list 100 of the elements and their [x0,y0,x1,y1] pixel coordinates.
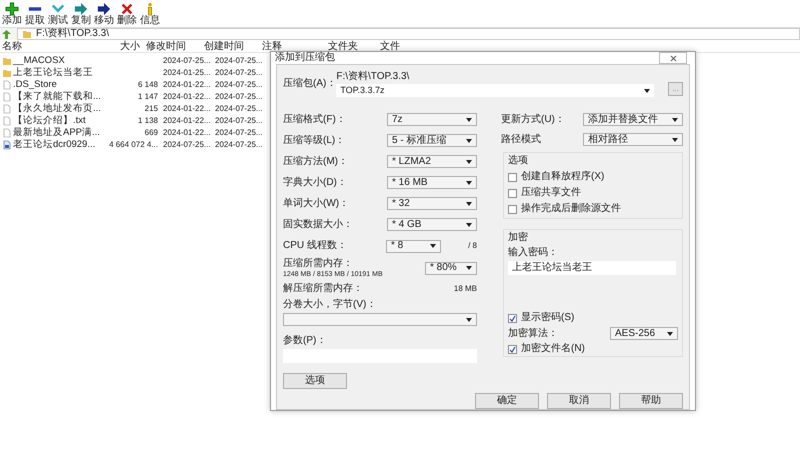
created-time: 2024-07-25... [215,93,263,101]
modified-time: 2024-01-22... [163,117,211,125]
dropdown[interactable]: AES-256 [610,327,678,340]
group-title: 选项 [508,156,529,166]
field-label: 输入密码： [508,248,559,258]
checkbox[interactable] [508,344,517,354]
field-label: 字典大小(D)： [283,178,347,188]
folder-icon [22,29,32,39]
password-field[interactable]: 上老王论坛当老王 [508,261,676,275]
checkbox-label: 加密文件名(N) [521,344,585,354]
caret-icon [466,118,472,122]
dropdown[interactable]: * 8 [386,240,441,252]
dropdown[interactable]: 相对路径 [583,133,683,146]
field-label: 压缩包(A)： [283,79,336,89]
column-header[interactable]: 名称 [2,42,112,52]
toolbar-button[interactable]: 提取 [25,2,45,27]
dropdown[interactable]: 5 - 标准压缩 [387,134,477,147]
toolbar-button[interactable]: 添加 [2,2,22,27]
file-name: 【来了就能下载和... [13,92,101,102]
toolbar-button[interactable]: 移动 [94,2,114,27]
dropdown[interactable]: 添加并替换文件 [583,113,683,126]
field-label: 固实数据大小： [283,220,353,230]
caret-icon [466,266,472,270]
dialog-button[interactable]: 帮助 [619,393,683,409]
caret-icon [466,202,472,206]
modified-time: 2024-01-25... [163,69,211,77]
dropdown[interactable]: 7z [387,113,477,126]
created-time: 2024-07-25... [215,69,263,77]
toolbar-button[interactable]: 测试 [48,2,68,27]
created-time: 2024-07-25... [215,129,263,137]
field-label: 压缩所需内存： [283,258,354,268]
modified-time: 2024-01-22... [163,93,211,101]
check-icon [509,314,516,322]
column-header[interactable]: 创建时间 [204,42,256,52]
created-time: 2024-07-25... [215,57,263,65]
file-size: 1 147 [136,93,158,101]
column-header[interactable]: 修改时间 [146,42,198,52]
dropdown[interactable]: * 16 MB [387,176,477,189]
created-time: 2024-07-25... [215,117,263,125]
dropdown[interactable]: * 32 [387,197,477,210]
modified-time: 2024-07-25... [163,141,211,149]
created-time: 2024-07-25... [215,105,263,113]
checkbox-label: 操作完成后删除源文件 [521,204,621,214]
checkbox[interactable] [508,188,517,198]
toolbar-button[interactable]: 信息 [140,2,160,27]
modified-time: 2024-01-22... [163,129,211,137]
file-size: 1 138 [136,117,158,125]
field-label: 单词大小(W)： [283,198,350,208]
dropdown[interactable]: * 4 GB [387,218,477,231]
dialog-button[interactable]: 取消 [547,393,611,409]
caret-icon [644,88,650,92]
checkbox-label: 显示密码(S) [521,313,574,323]
checkbox-label: 创建自释放程序(X) [521,172,604,182]
checkbox-label: 压缩共享文件 [521,188,581,198]
field-label: 分卷大小，字节(V)： [283,300,378,310]
arrow-icon [97,2,111,16]
dialog-title: 添加到压缩包 [275,53,335,63]
column-header[interactable]: 文件夹 [328,42,374,52]
file-name: __MACOSX [13,56,65,66]
modified-time: 2024-01-22... [163,81,211,89]
created-time: 2024-07-25... [215,81,263,89]
dropdown[interactable] [283,313,477,326]
archive-name-field[interactable]: TOP.3.3.7z [336,84,654,97]
checkbox[interactable] [508,314,517,322]
up-button[interactable] [0,28,13,40]
file-size: 215 [144,105,158,113]
field-label: 压缩等级(L)： [283,136,346,146]
caret-icon [466,180,472,184]
checkbox[interactable] [508,172,517,182]
column-header[interactable]: 文件 [380,42,426,52]
file-name: 老王论坛dcr0929... [13,140,96,150]
file-name: 上老王论坛当老王 [13,68,93,78]
options-button[interactable]: 选项 [283,373,347,389]
column-header[interactable]: 注释 [262,42,322,52]
caret-icon [466,138,472,142]
cross-icon [120,2,134,16]
created-time: 2024-07-25... [215,141,263,149]
plus-icon [5,2,19,16]
arrow-icon [74,2,88,16]
close-icon [670,54,676,62]
dropdown[interactable]: * 80% [425,262,477,274]
caret-icon [466,318,472,322]
close-button[interactable] [659,52,687,64]
thread-max: / 8 [468,242,477,250]
address-field[interactable]: F:\资料\TOP.3.3\ [17,28,800,40]
dialog-button[interactable]: 确定 [475,393,539,409]
memory-value: 18 MB [454,284,477,292]
caret-icon [672,118,678,122]
group-title: 加密 [508,233,529,243]
field-label: 更新方式(U)： [501,114,565,124]
field-label: 参数(P)： [283,336,328,346]
toolbar-button[interactable]: 删除 [117,2,137,27]
caret-icon [667,332,673,336]
checkbox[interactable] [508,204,517,214]
caret-icon [672,138,678,142]
up-arrow-icon [2,30,11,38]
toolbar-button[interactable]: 复制 [71,2,91,27]
dropdown[interactable]: * LZMA2 [387,155,477,168]
file-size: 4 664 072 4... [108,141,158,149]
column-header[interactable]: 大小 [118,42,140,52]
